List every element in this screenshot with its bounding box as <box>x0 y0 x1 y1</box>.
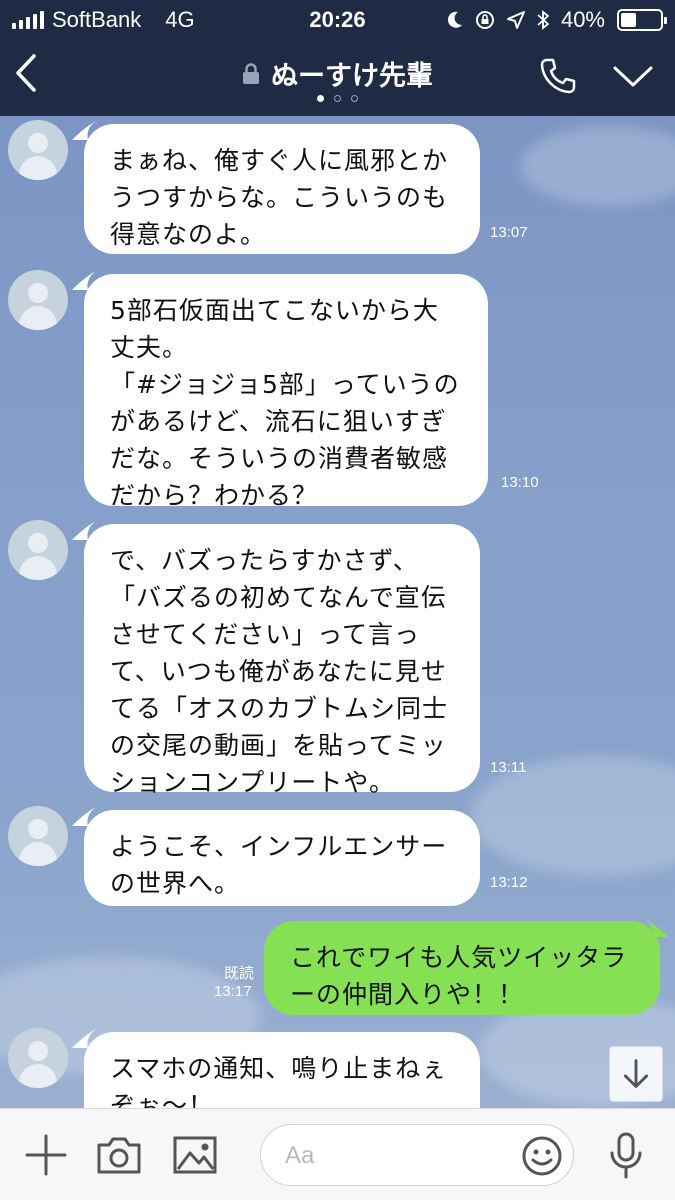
moon-icon <box>447 11 462 28</box>
incoming-message: で、バズったらすかさず、 「バズるの初めてなんで宣伝 させてください」って言っ … <box>0 516 675 797</box>
message-input-box[interactable] <box>260 1124 574 1186</box>
message-bubble[interactable]: スマホの通知、鳴り止まねぇ ぞぉ～！ <box>84 1032 480 1108</box>
page-dot <box>317 95 324 102</box>
incoming-message: まぁね、俺すぐ人に風邪とか うつすからな。こういうのも 得意なのよ。 13:07 <box>0 116 675 256</box>
image-icon[interactable] <box>172 1135 218 1175</box>
emoji-icon[interactable] <box>521 1135 563 1177</box>
chat-title: ぬーすけ先輩 <box>271 61 434 92</box>
message-bubble[interactable]: まぁね、俺すぐ人に風邪とか うつすからな。こういうのも 得意なのよ。 <box>84 124 480 254</box>
read-receipt: 既読 <box>223 964 254 982</box>
location-icon <box>506 11 525 29</box>
incoming-message: スマホの通知、鳴り止まねぇ ぞぉ～！ <box>0 1024 675 1108</box>
microphone-icon[interactable] <box>606 1131 646 1181</box>
page-dot <box>334 95 341 102</box>
contact-avatar[interactable] <box>8 270 68 330</box>
incoming-message: ようこそ、インフルエンサー の世界へ。 13:12 <box>0 802 675 908</box>
message-input-bar <box>0 1108 675 1200</box>
battery-percent: 40% <box>560 7 605 32</box>
rotation-lock-icon <box>475 11 494 29</box>
message-timestamp: 13:10 <box>501 474 539 491</box>
lock-icon <box>242 62 259 84</box>
plus-icon[interactable] <box>24 1133 68 1177</box>
incoming-message: 5部石仮面出てこないから大 丈夫。 「#ジョジョ5部」っていうの があるけど、流… <box>0 266 675 510</box>
chat-area[interactable]: まぁね、俺すぐ人に風邪とか うつすからな。こういうのも 得意なのよ。 13:07 5… <box>0 116 675 1108</box>
chevron-down-icon[interactable] <box>612 60 654 92</box>
contact-avatar[interactable] <box>8 120 68 180</box>
contact-avatar[interactable] <box>8 1028 68 1088</box>
message-bubble[interactable]: 5部石仮面出てこないから大 丈夫。 「#ジョジョ5部」っていうの があるけど、流… <box>84 274 488 510</box>
message-timestamp: 13:07 <box>490 224 528 241</box>
page-dot <box>351 95 358 102</box>
page-indicator <box>0 95 675 102</box>
contact-avatar[interactable] <box>8 520 68 580</box>
chat-header: ぬーすけ先輩 <box>0 38 675 116</box>
message-timestamp: 13:12 <box>490 874 528 891</box>
contact-avatar[interactable] <box>8 806 68 866</box>
message-timestamp: 13:11 <box>490 759 527 776</box>
phone-icon[interactable] <box>538 56 578 96</box>
status-bar: SoftBank 4G 20:26 40% <box>0 0 675 38</box>
message-bubble[interactable]: ようこそ、インフルエンサー の世界へ。 <box>84 810 480 906</box>
scroll-to-bottom-button[interactable] <box>609 1046 663 1102</box>
camera-icon[interactable] <box>96 1135 142 1175</box>
bluetooth-icon <box>537 10 549 30</box>
message-timestamp: 13:17 <box>214 983 252 1000</box>
message-bubble[interactable]: で、バズったらすかさず、 「バズるの初めてなんで宣伝 させてください」って言っ … <box>84 524 480 797</box>
battery-icon <box>617 9 667 31</box>
message-bubble[interactable]: これでワイも人気ツイッタラ ーの仲間入りや！！ <box>264 921 660 1015</box>
outgoing-message: これでワイも人気ツイッタラ ーの仲間入りや！！ 既読 13:17 <box>0 913 675 1017</box>
message-input[interactable] <box>285 1137 515 1175</box>
